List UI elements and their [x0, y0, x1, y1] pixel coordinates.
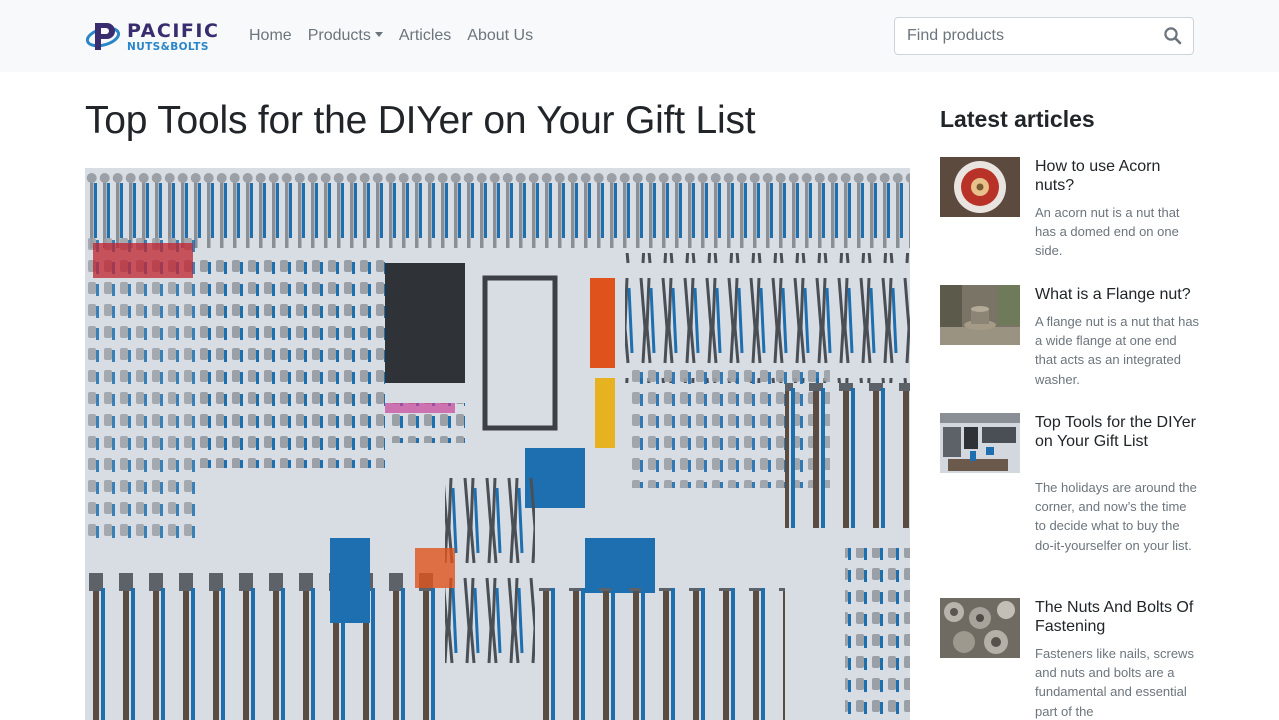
article-title[interactable]: How to use Acorn nuts? [1035, 157, 1200, 195]
main-nav: Home Products Articles About Us [249, 25, 533, 47]
article-item[interactable]: The Nuts And Bolts Of Fastening Fastener… [940, 598, 1200, 720]
nav-home[interactable]: Home [249, 25, 292, 47]
article-item[interactable]: What is a Flange nut? A flange nut is a … [940, 285, 1200, 395]
search-input[interactable] [895, 18, 1155, 54]
search-button[interactable] [1163, 26, 1183, 46]
article-item[interactable]: How to use Acorn nuts? An acorn nut is a… [940, 157, 1200, 267]
hero-image [85, 168, 910, 720]
article-excerpt: An acorn nut is a nut that has a domed e… [1035, 205, 1180, 259]
pacific-logo-icon [86, 23, 121, 50]
nav-products-label: Products [307, 27, 371, 44]
nav-about-us[interactable]: About Us [467, 25, 533, 47]
article-thumbnail[interactable] [940, 285, 1020, 345]
navbar: PACIFIC NUTS&BOLTS Home Products Article… [0, 0, 1279, 72]
brand-logo[interactable]: PACIFIC NUTS&BOLTS [86, 20, 226, 53]
tool-wall-image [940, 413, 1020, 473]
brand-tagline: NUTS&BOLTS [127, 41, 209, 53]
article-title[interactable]: What is a Flange nut? [1035, 285, 1200, 304]
latest-articles-heading: Latest articles [940, 106, 1095, 132]
tool-wall-image [85, 168, 910, 720]
article-thumbnail[interactable] [940, 157, 1020, 217]
caret-down-icon [374, 32, 383, 37]
page-title: Top Tools for the DIYer on Your Gift Lis… [85, 99, 756, 142]
search-form [894, 17, 1194, 55]
nav-products-dropdown[interactable]: Products [308, 25, 383, 47]
brand-name: PACIFIC [127, 20, 220, 42]
nuts-bolts-image [940, 598, 1020, 658]
search-icon [1164, 27, 1182, 45]
article-item[interactable]: Top Tools for the DIYer on Your Gift Lis… [940, 413, 1200, 578]
nav-articles[interactable]: Articles [399, 25, 451, 47]
article-excerpt: A flange nut is a nut that has a wide fl… [1035, 314, 1200, 387]
article-excerpt: Fasteners like nails, screws and nuts an… [1035, 646, 1194, 719]
article-title[interactable]: The Nuts And Bolts Of Fastening [1035, 598, 1200, 636]
flange-nut-image [940, 285, 1020, 345]
article-thumbnail[interactable] [940, 598, 1020, 658]
article-thumbnail[interactable] [940, 413, 1020, 473]
acorn-nut-image [940, 157, 1020, 217]
article-excerpt: The holidays are around the corner, and … [1035, 480, 1197, 553]
article-title[interactable]: Top Tools for the DIYer on Your Gift Lis… [1035, 413, 1200, 451]
